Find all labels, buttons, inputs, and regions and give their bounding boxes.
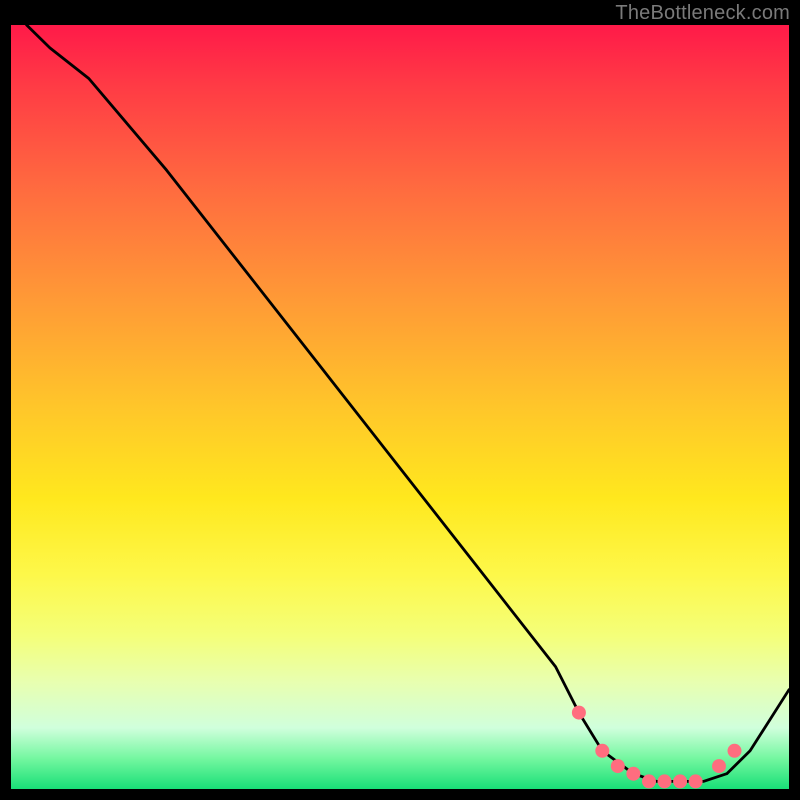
marker-dot <box>595 744 609 758</box>
marker-dot <box>673 774 687 788</box>
marker-dot <box>728 744 742 758</box>
chart-frame: TheBottleneck.com <box>0 0 800 800</box>
marker-dot <box>611 759 625 773</box>
marker-dot <box>642 774 656 788</box>
chart-svg <box>11 25 789 789</box>
marker-dot <box>712 759 726 773</box>
marker-dot <box>626 767 640 781</box>
plot-area <box>11 25 789 789</box>
marker-dot <box>689 774 703 788</box>
marker-dot <box>658 774 672 788</box>
curve-path <box>27 25 789 781</box>
marker-dot <box>572 706 586 720</box>
watermark-text: TheBottleneck.com <box>615 2 790 25</box>
